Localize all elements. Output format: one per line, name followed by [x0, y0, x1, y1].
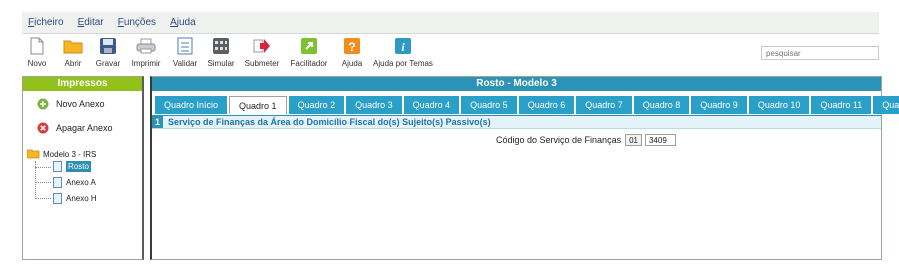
tab-quadro-13[interactable]: Quadro 13 — [873, 96, 899, 114]
add-icon — [37, 98, 49, 110]
menu-bar: Ficheiro Editar Funções Ajuda — [22, 12, 879, 34]
impressos-header: Impressos — [23, 77, 142, 91]
folder-open-icon — [27, 149, 40, 159]
calculator-icon — [210, 36, 232, 56]
tab-quadro-3[interactable]: Quadro 3 — [346, 96, 402, 114]
form-panel: Rosto - Modelo 3 Quadro Início Quadro 1 … — [150, 76, 899, 260]
menu-ficheiro[interactable]: Ficheiro — [28, 17, 64, 28]
menu-funcoes[interactable]: Funções — [118, 17, 156, 28]
tab-quadro-inicio[interactable]: Quadro Início — [155, 96, 228, 114]
tab-quadro-6[interactable]: Quadro 6 — [518, 96, 575, 114]
document-icon — [53, 193, 62, 204]
tab-quadro-4[interactable]: Quadro 4 — [403, 96, 460, 114]
toolbar: Novo Abrir Gravar Imprimir Validar Simul… — [22, 34, 879, 74]
tab-quadro-2[interactable]: Quadro 2 — [288, 96, 345, 114]
tree-root-modelo3[interactable]: Modelo 3 - IRS — [27, 149, 137, 159]
form-title: Rosto - Modelo 3 — [152, 77, 881, 91]
new-document-icon — [26, 36, 48, 56]
codigo-servico-row: Código do Serviço de Finanças 01 3409 — [496, 134, 676, 146]
tab-quadro-9[interactable]: Quadro 9 — [691, 96, 747, 114]
new-annex-button[interactable]: Novo Anexo — [37, 98, 105, 110]
facilitator-arrow-icon — [298, 36, 320, 56]
submeter-button[interactable]: Submeter — [245, 34, 279, 74]
tab-quadro-5[interactable]: Quadro 5 — [461, 96, 517, 114]
simular-button[interactable]: Simular — [207, 34, 235, 74]
save-icon — [97, 36, 119, 56]
tree-item-anexo-a[interactable]: Anexo A — [53, 177, 96, 188]
document-icon — [53, 177, 62, 188]
info-icon: i — [392, 36, 414, 56]
facilitador-button[interactable]: Facilitador — [290, 34, 328, 74]
tab-quadro-11[interactable]: Quadro 11 — [811, 96, 872, 114]
tree-item-anexo-h[interactable]: Anexo H — [53, 193, 97, 204]
delete-annex-button[interactable]: Apagar Anexo — [37, 122, 113, 134]
section-title: Serviço de Finanças da Área do Domicílio… — [168, 117, 491, 127]
menu-editar[interactable]: Editar — [78, 17, 104, 28]
tree-connector — [35, 182, 51, 183]
svg-text:?: ? — [348, 40, 355, 54]
tree-connector — [35, 198, 51, 199]
tab-quadro-7[interactable]: Quadro 7 — [576, 96, 632, 114]
codigo-prefix: 01 — [625, 134, 642, 146]
codigo-servico-label: Código do Serviço de Finanças — [496, 135, 622, 145]
impressos-panel: Impressos Novo Anexo Apagar Anexo Modelo… — [22, 76, 144, 260]
search-input[interactable] — [761, 46, 879, 60]
tab-quadro-1[interactable]: Quadro 1 — [229, 96, 287, 114]
delete-icon — [37, 122, 49, 134]
codigo-servico-input[interactable]: 3409 — [644, 134, 676, 146]
gravar-button[interactable]: Gravar — [94, 34, 122, 74]
tab-quadro-8[interactable]: Quadro 8 — [633, 96, 690, 114]
ajuda-temas-button[interactable]: i Ajuda por Temas — [372, 34, 434, 74]
folder-icon — [62, 36, 84, 56]
section-header: 1 Serviço de Finanças da Área do Domicíl… — [152, 115, 881, 129]
novo-button[interactable]: Novo — [25, 34, 49, 74]
tree-item-rosto[interactable]: Rosto — [53, 161, 91, 172]
quadro-tabs: Quadro Início Quadro 1 Quadro 2 Quadro 3… — [155, 96, 899, 114]
abrir-button[interactable]: Abrir — [60, 34, 86, 74]
section-number: 1 — [152, 116, 163, 128]
tree-connector — [35, 167, 51, 168]
validar-button[interactable]: Validar — [171, 34, 199, 74]
ajuda-button[interactable]: ? Ajuda — [340, 34, 364, 74]
help-question-icon: ? — [341, 36, 363, 56]
tab-quadro-10[interactable]: Quadro 10 — [748, 96, 810, 114]
annex-tree: Modelo 3 - IRS Rosto Anexo A Anexo H — [27, 149, 137, 204]
document-icon — [53, 161, 62, 172]
checklist-icon — [174, 36, 196, 56]
submit-arrow-icon — [251, 36, 273, 56]
menu-ajuda[interactable]: Ajuda — [170, 17, 196, 28]
printer-icon — [135, 36, 157, 56]
imprimir-button[interactable]: Imprimir — [132, 34, 160, 74]
